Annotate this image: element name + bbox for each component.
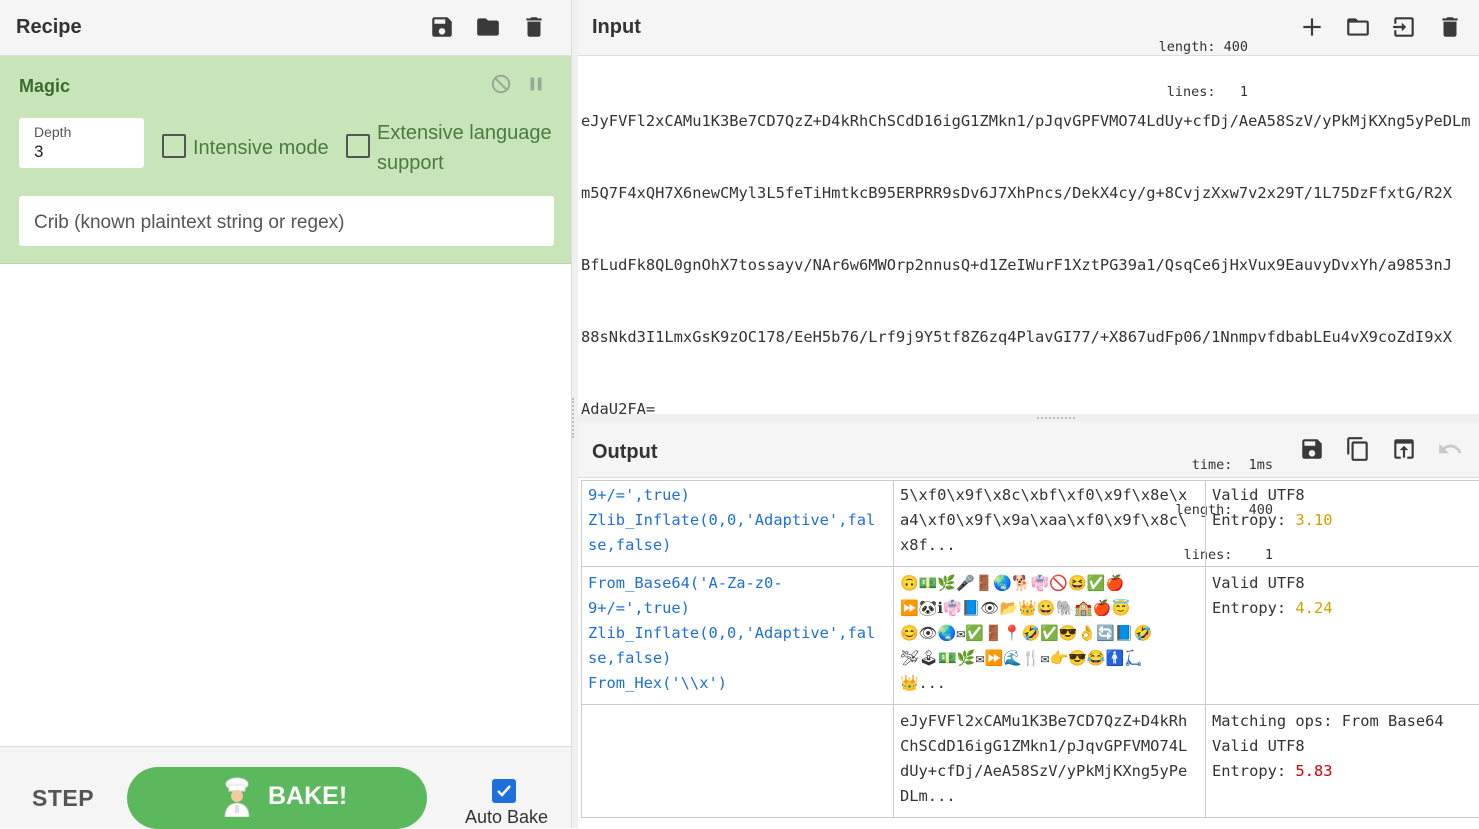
input-line: eJyFVFl2xCAMu1K3Be7CD7QzZ+D4kRhChSCdD16i… (581, 112, 1471, 130)
recipe-panel: Recipe Magic Depth 3 Intensive mode Exte… (0, 0, 572, 829)
horizontal-resizer[interactable] (578, 414, 1479, 422)
crib-placeholder: Crib (known plaintext string or regex) (34, 212, 345, 233)
trash-icon[interactable] (519, 12, 549, 42)
result-snippet-cell: 5\xf0\x9f\x8c\xbf\xf0\x9f\x8e\x a4\xf0\x… (893, 481, 1205, 566)
recipe-ops-cell[interactable]: From_Base64('A-Za-z0- 9+/=',true) Zlib_I… (581, 567, 893, 704)
copy-output-icon[interactable] (1343, 434, 1373, 464)
op-line: From_Hex('\\x') (588, 674, 727, 692)
output-title: Output (592, 441, 658, 463)
op-line: se,false) (588, 536, 672, 554)
output-time: time: 1ms (1191, 457, 1273, 473)
op-line: 9+/=',true) (588, 599, 690, 617)
result-line: 👑... (900, 674, 946, 692)
result-line: ChSCdD16igG1ZMkn1/pJqvGPFVMO74L (900, 737, 1188, 755)
op-line: From_Base64('A-Za-z0- (588, 574, 783, 592)
controls-bar: STEP BAKE! Auto Bake (0, 746, 571, 829)
result-line: dUy+cfDj/AeA58SzV/yPkMjKXng5yPe (900, 762, 1188, 780)
auto-bake-checkbox[interactable] (492, 779, 516, 803)
result-snippet-cell: eJyFVFl2xCAMu1K3Be7CD7QzZ+D4kRh ChSCdD16… (893, 705, 1205, 817)
result-snippet-cell: 🙃💵🌿🎤🚪🌏🐕👘🚫😆✅🍎 ⏩🐼ℹ👘📘👁📂👑😀🐘🏫🍎😇 😊👁🌏✉✅🚪📍🤣✅😎👌🔄📘… (893, 567, 1205, 704)
recipe-header: Recipe (0, 0, 571, 56)
result-line: a4\xf0\x9f\x9a\xaa\xf0\x9f\x8c\ (900, 511, 1188, 529)
depth-label: Depth (34, 124, 72, 140)
entropy-value: 4.24 (1295, 599, 1333, 617)
add-tab-icon[interactable] (1297, 12, 1327, 42)
folder-icon[interactable] (473, 12, 503, 42)
auto-bake-label: Auto Bake (465, 807, 549, 827)
intensive-mode-checkbox[interactable] (162, 134, 186, 158)
open-file-icon[interactable] (1389, 12, 1419, 42)
intensive-mode-label: Intensive mode (193, 137, 329, 159)
magic-title: Magic (19, 76, 71, 96)
crib-input[interactable]: Crib (known plaintext string or regex) (19, 196, 554, 246)
disable-icon[interactable] (489, 72, 513, 96)
depth-field[interactable]: Depth 3 (19, 118, 144, 168)
entropy-line: Entropy: 4.24 (1212, 596, 1473, 621)
result-line: DLm... (900, 787, 956, 805)
prop-line: Valid UTF8 (1212, 574, 1305, 592)
clear-input-icon[interactable] (1435, 12, 1465, 42)
table-row[interactable]: 9+/=',true) Zlib_Inflate(0,0,'Adaptive',… (581, 481, 1479, 567)
extensive-language-label-line2: support (377, 152, 444, 174)
vertical-resize-grip[interactable] (572, 398, 576, 438)
properties-cell: Valid UTF8 Entropy: 3.10 (1205, 481, 1479, 566)
chef-icon (224, 777, 250, 817)
entropy-value: 5.83 (1295, 762, 1333, 780)
result-line: ⏩🐼ℹ👘📘👁📂👑😀🐘🏫🍎😇 (900, 599, 1131, 617)
output-panel: Output time: 1ms length: 400 lines: 1 9+… (578, 422, 1479, 828)
bake-label: BAKE! (268, 782, 348, 810)
depth-value[interactable]: 3 (34, 142, 43, 162)
recipe-title: Recipe (16, 16, 82, 38)
pause-icon[interactable] (524, 72, 548, 96)
table-row[interactable]: eJyFVFl2xCAMu1K3Be7CD7QzZ+D4kRh ChSCdD16… (581, 705, 1479, 818)
result-line: 😊👁🌏✉✅🚪📍🤣✅😎👌🔄📘🤣 (900, 624, 1153, 642)
result-line: x8f... (900, 536, 956, 554)
entropy-value: 3.10 (1295, 511, 1333, 529)
magic-operation[interactable]: Magic Depth 3 Intensive mode Extensive l… (0, 56, 571, 264)
step-button[interactable]: STEP (32, 785, 94, 812)
save-output-icon[interactable] (1297, 434, 1327, 464)
result-line: 5\xf0\x9f\x8c\xbf\xf0\x9f\x8e\x (900, 486, 1188, 504)
input-header: Input length: 400 lines: 1 (578, 0, 1479, 100)
horizontal-resize-grip[interactable] (1037, 417, 1075, 421)
extensive-language-label: Extensive language (377, 122, 552, 144)
entropy-label: Entropy: (1212, 511, 1296, 529)
result-line: 🙃💵🌿🎤🚪🌏🐕👘🚫😆✅🍎 (900, 574, 1125, 592)
op-line: Zlib_Inflate(0,0,'Adaptive',fal (588, 511, 876, 529)
prop-line: Valid UTF8 (1212, 486, 1305, 504)
magic-results-table: 9+/=',true) Zlib_Inflate(0,0,'Adaptive',… (581, 480, 1479, 818)
op-line: 9+/=',true) (588, 486, 690, 504)
op-line: Zlib_Inflate(0,0,'Adaptive',fal (588, 624, 876, 642)
recipe-ops-cell[interactable] (581, 705, 893, 817)
result-line: 🛩🕹💵🌿✉⏩🌊🍴✉👉😎😂🚹🛴 (900, 649, 1143, 667)
op-line: se,false) (588, 649, 672, 667)
input-panel: Input length: 400 lines: 1 eJyFVFl2xCAMu… (578, 0, 1479, 418)
entropy-label: Entropy: (1212, 599, 1296, 617)
table-row[interactable]: From_Base64('A-Za-z0- 9+/=',true) Zlib_I… (581, 567, 1479, 705)
entropy-label: Entropy: (1212, 762, 1296, 780)
bake-button[interactable]: BAKE! (127, 767, 427, 829)
undo-icon[interactable] (1435, 434, 1465, 464)
prop-line: Valid UTF8 (1212, 737, 1305, 755)
entropy-line: Entropy: 5.83 (1212, 759, 1473, 784)
save-icon[interactable] (427, 12, 457, 42)
output-header: Output time: 1ms length: 400 lines: 1 (578, 422, 1479, 563)
replace-input-icon[interactable] (1389, 434, 1419, 464)
entropy-line: Entropy: 3.10 (1212, 508, 1473, 533)
recipe-ops-cell[interactable]: 9+/=',true) Zlib_Inflate(0,0,'Adaptive',… (581, 481, 893, 566)
extensive-language-checkbox[interactable] (346, 134, 370, 158)
input-line: BfLudFk8QL0gnOhX7tossayv/NAr6w6MWOrp2nnu… (581, 256, 1452, 274)
input-length: length: 400 (1158, 39, 1248, 55)
input-line: 88sNkd3I1LmxGsK9zOC178/EeH5b76/Lrf9j9Y5t… (581, 328, 1452, 346)
open-folder-icon[interactable] (1343, 12, 1373, 42)
prop-line: Matching ops: From Base64 (1212, 712, 1444, 730)
input-textarea[interactable]: eJyFVFl2xCAMu1K3Be7CD7QzZ+D4kRhChSCdD16i… (581, 61, 1479, 469)
properties-cell: Valid UTF8 Entropy: 4.24 (1205, 567, 1479, 704)
input-line: m5Q7F4xQH7X6newCMyl3L5feTiHmtkcB95ERPRR9… (581, 184, 1452, 202)
result-line: eJyFVFl2xCAMu1K3Be7CD7QzZ+D4kRh (900, 712, 1188, 730)
input-title: Input (592, 16, 641, 38)
properties-cell: Matching ops: From Base64 Valid UTF8 Ent… (1205, 705, 1479, 817)
